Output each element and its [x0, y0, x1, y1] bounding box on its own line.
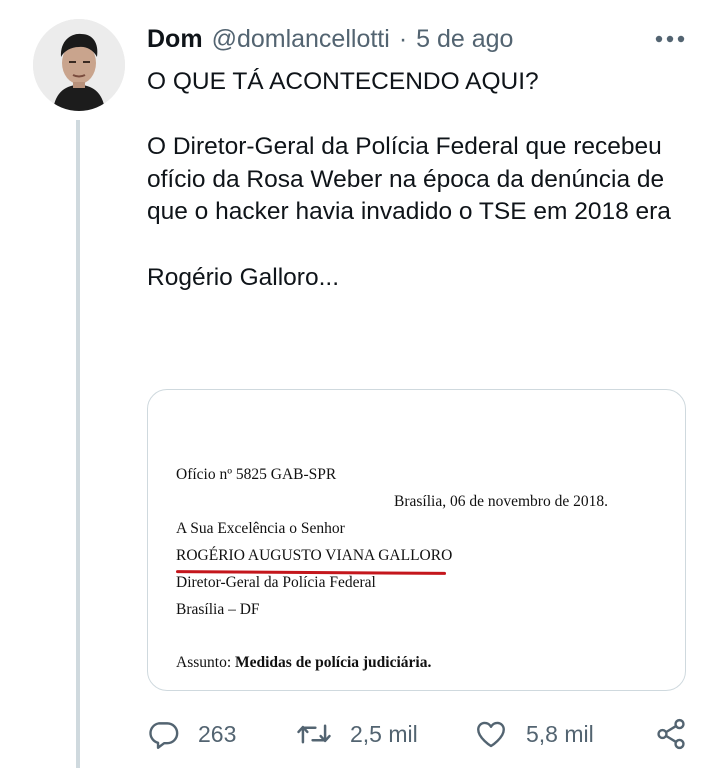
- author-handle[interactable]: @domlancellotti: [212, 25, 390, 54]
- doc-oficio-number: Ofício nº 5825 GAB-SPR: [176, 466, 337, 483]
- author-name[interactable]: Dom: [147, 25, 203, 54]
- tweet-date[interactable]: 5 de ago: [416, 25, 513, 54]
- share-button[interactable]: [654, 712, 688, 756]
- tweet-text-paragraph3: Rogério Galloro...: [147, 263, 340, 291]
- retweet-button[interactable]: 2,5 mil: [296, 712, 418, 756]
- doc-recipient: ROGÉRIO AUGUSTO VIANA GALLORO: [176, 547, 453, 564]
- avatar-photo: [33, 19, 125, 111]
- tweet-text: O QUE TÁ ACONTECENDO AQUI? O Diretor-Ger…: [147, 66, 707, 294]
- like-count: 5,8 mil: [526, 720, 594, 747]
- doc-place-date: Brasília, 06 de novembro de 2018.: [394, 493, 608, 510]
- tweet-text-paragraph2: O Diretor-Geral da Polícia Federal que r…: [147, 133, 671, 226]
- tweet-text-line1: O QUE TÁ ACONTECENDO AQUI?: [147, 68, 539, 95]
- retweet-icon: [297, 724, 331, 744]
- share-icon: [657, 718, 685, 750]
- doc-subject-line: Assunto: Medidas de polícia judiciária.: [176, 654, 431, 672]
- thread-line: [76, 120, 80, 768]
- doc-salutation: A Sua Excelência o Senhor: [176, 520, 345, 537]
- more-options-icon: [655, 35, 685, 43]
- avatar[interactable]: [33, 19, 125, 111]
- reply-button[interactable]: 263: [146, 712, 236, 756]
- doc-subject-label: Assunto:: [176, 654, 232, 671]
- more-options-button[interactable]: [652, 26, 688, 52]
- like-button[interactable]: 5,8 mil: [474, 712, 594, 756]
- header-separator: ·: [398, 24, 408, 53]
- doc-subject: Medidas de polícia judiciária.: [235, 654, 432, 671]
- reply-icon: [149, 722, 179, 749]
- doc-role: Diretor-Geral da Polícia Federal: [176, 574, 376, 591]
- retweet-count: 2,5 mil: [350, 720, 418, 747]
- attached-image[interactable]: Ofício nº 5825 GAB-SPR Brasília, 06 de n…: [147, 389, 686, 691]
- doc-city: Brasília – DF: [176, 601, 260, 618]
- action-bar: 263 2,5 mil 5,8 mil: [0, 712, 720, 756]
- tweet-header: Dom @domlancellotti · 5 de ago: [147, 22, 513, 56]
- like-icon: [477, 721, 505, 748]
- reply-count: 263: [198, 720, 237, 747]
